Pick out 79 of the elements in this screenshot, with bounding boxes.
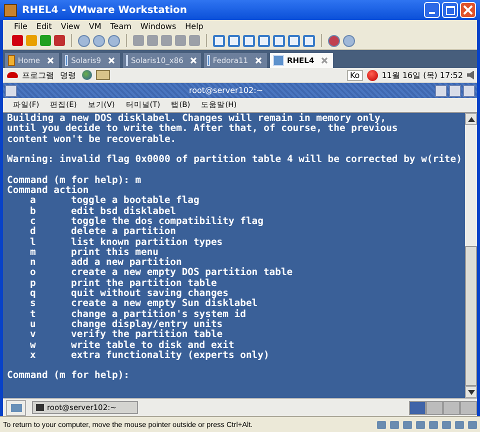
window-icon[interactable]	[288, 34, 300, 46]
globe-icon[interactable]	[82, 70, 92, 80]
scroll-up-button[interactable]	[465, 113, 477, 125]
command-description: toggle the dos compatibility flag	[71, 216, 264, 227]
command-key: p	[30, 278, 71, 290]
command-description: change display/entry units	[71, 320, 223, 330]
window-icon[interactable]	[243, 34, 255, 46]
command-key: l	[30, 238, 71, 248]
command-key: t	[30, 310, 71, 320]
command-key: c	[30, 216, 71, 228]
window-icon[interactable]	[228, 34, 240, 46]
terminal-line: Command (m for help):	[7, 371, 130, 382]
command-description: extra functionality (experts only)	[71, 350, 270, 362]
command-description: create a new empty Sun disklabel	[71, 299, 258, 310]
command-key: b	[30, 206, 71, 217]
window-menu-button[interactable]	[5, 84, 17, 96]
up-arrow-icon	[468, 116, 474, 122]
close-icon[interactable]	[321, 57, 328, 64]
terminal-line: Command action	[7, 186, 89, 196]
scroll-thumb[interactable]	[465, 246, 477, 386]
terminal-line: Warning: invalid flag 0x0000 of partition table 4 will be corrected by w(rite)	[7, 155, 463, 166]
menu-item[interactable]: Edit	[36, 22, 52, 30]
terminal-line: until you decide to write them. After that, of course, the previous	[7, 124, 399, 134]
down-arrow-icon	[468, 390, 474, 394]
app-icon	[4, 4, 17, 16]
command-key: n	[30, 258, 71, 268]
terminal-title: root@server102:~	[188, 86, 264, 95]
maximize-button[interactable]	[449, 84, 461, 96]
window-icon[interactable]	[273, 34, 285, 46]
command-description: quit without saving changes	[71, 289, 228, 300]
command-description: print the partition table	[71, 278, 217, 289]
workspace-button[interactable]	[443, 400, 460, 414]
command-key: a	[30, 196, 71, 207]
menu-item[interactable]: Help	[185, 22, 204, 30]
terminal-line: content won't be recoverable.	[7, 134, 178, 145]
command-description: toggle a bootable flag	[71, 196, 200, 206]
scrollbar[interactable]	[465, 113, 477, 398]
command-description: add a new partition	[71, 258, 182, 268]
window-title: RHEL4 - VMware Workstation	[22, 4, 188, 16]
window-icon[interactable]	[258, 34, 270, 46]
command-key: m	[30, 248, 71, 258]
command-key: u	[30, 320, 71, 330]
close-button[interactable]	[463, 84, 475, 96]
menu-item[interactable]: Team	[110, 22, 132, 30]
show-desktop-button[interactable]	[6, 400, 26, 416]
command-key: s	[30, 299, 71, 310]
command-key: w	[30, 340, 71, 351]
panel-menu[interactable]: 명령	[60, 70, 76, 80]
terminal-line: Building a new DOS disklabel. Changes will remain in memory only,	[7, 114, 386, 124]
command-description: change a partition's system id	[71, 310, 246, 320]
command-description: print this menu	[71, 248, 158, 258]
input-method-indicator[interactable]: Ko	[346, 70, 363, 80]
command-key: q	[30, 289, 71, 300]
command-key: x	[30, 350, 71, 362]
window-icon[interactable]	[213, 34, 225, 46]
command-description: edit bsd disklabel	[71, 206, 176, 217]
command-key: d	[30, 227, 71, 238]
scroll-down-button[interactable]	[465, 386, 477, 398]
command-description: verify the partition table	[71, 330, 223, 340]
menu-item[interactable]: VM	[88, 22, 102, 30]
panel-menu[interactable]: 프로그램	[22, 70, 54, 80]
window-icon[interactable]	[303, 34, 315, 46]
command-key: v	[30, 330, 71, 341]
speaker-icon[interactable]	[467, 70, 474, 80]
command-description: delete a partition	[71, 227, 176, 238]
command-description: create a new empty DOS partition table	[71, 268, 293, 278]
command-description: list known partition types	[71, 238, 223, 248]
menu-item[interactable]: File	[14, 22, 28, 30]
hat-icon	[7, 72, 18, 78]
terminal-line: Command (m for help): m	[7, 176, 142, 186]
menu-item[interactable]: Windows	[140, 22, 176, 30]
workspace-button[interactable]	[426, 400, 443, 414]
minimize-button[interactable]	[435, 84, 447, 96]
menu-item[interactable]: View	[60, 22, 80, 30]
command-key: o	[30, 268, 71, 279]
clock[interactable]: 11월 16일 (목) 17:52	[382, 70, 463, 80]
workspace-button[interactable]	[409, 400, 426, 414]
command-description: write table to disk and exit	[71, 340, 234, 351]
alert-icon[interactable]	[366, 70, 378, 80]
